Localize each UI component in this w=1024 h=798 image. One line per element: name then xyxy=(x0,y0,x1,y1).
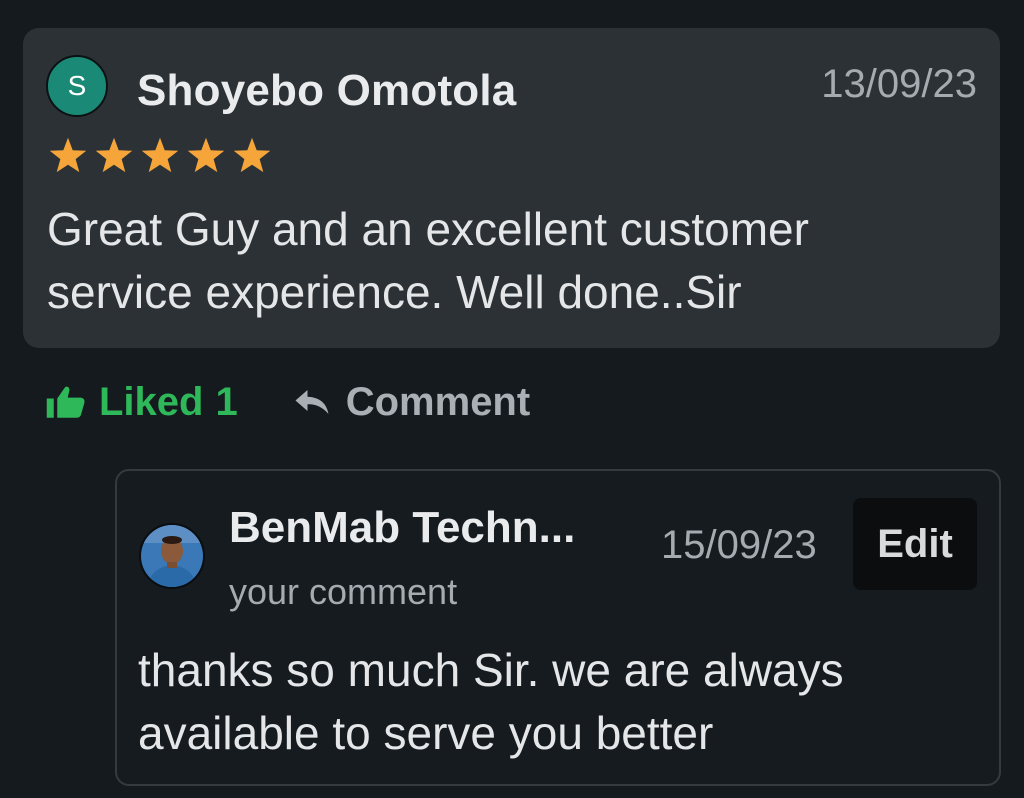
like-button[interactable]: Liked 1 xyxy=(45,380,238,425)
reply-text: thanks so much Sir. we are always availa… xyxy=(138,644,844,759)
like-count: 1 xyxy=(215,379,238,424)
star-icon xyxy=(141,137,179,173)
review-text: Great Guy and an excellent customer serv… xyxy=(47,203,809,318)
reply-card: BenMab Techn... 15/09/23 Edit your comme… xyxy=(115,469,1001,786)
profile-photo xyxy=(141,525,203,587)
comment-label: Comment xyxy=(345,379,531,424)
reply-author-name[interactable]: BenMab Techn... xyxy=(229,503,575,553)
star-icon xyxy=(233,137,271,173)
reply-date: 15/09/23 xyxy=(661,523,817,567)
star-rating xyxy=(47,136,273,176)
thumbs-up-icon xyxy=(46,386,85,418)
review-card: S Shoyebo Omotola 13/09/23 Great Guy and… xyxy=(23,28,1000,348)
reply-avatar[interactable] xyxy=(139,523,205,589)
review-date: 13/09/23 xyxy=(821,62,977,106)
comment-button[interactable]: Comment xyxy=(294,380,530,425)
like-label: Liked xyxy=(99,379,204,424)
reply-arrow-icon xyxy=(295,390,329,414)
reply-subtitle: your comment xyxy=(229,571,458,612)
review-actions: Liked 1 Comment xyxy=(45,376,530,428)
avatar[interactable]: S xyxy=(46,55,108,117)
reviewer-name[interactable]: Shoyebo Omotola xyxy=(137,66,516,116)
edit-button[interactable]: Edit xyxy=(853,498,977,590)
star-icon xyxy=(187,137,225,173)
star-icon xyxy=(95,137,133,173)
star-icon xyxy=(49,137,87,173)
